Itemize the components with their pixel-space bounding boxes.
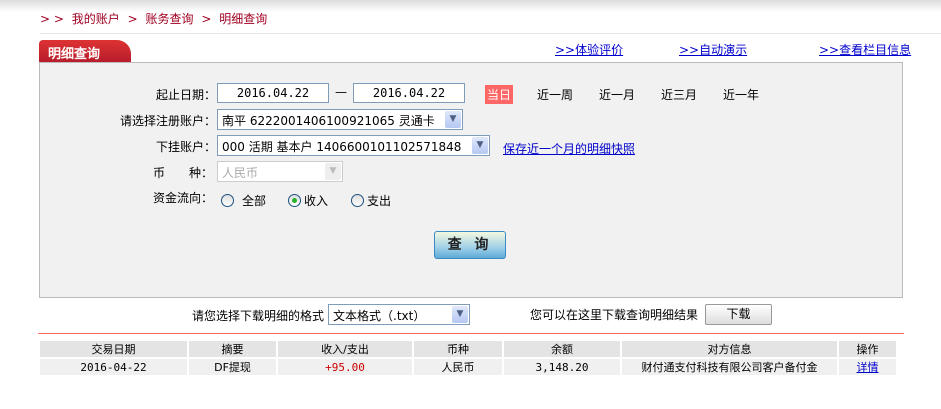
currency-label: 币 种： xyxy=(153,166,214,180)
flow-income[interactable]: 收入 xyxy=(288,192,328,209)
cell-currency: 人民币 xyxy=(413,357,504,375)
currency-value: 人民币 xyxy=(222,166,259,180)
format-value: 文本格式（.txt） xyxy=(333,309,426,323)
radio-icon[interactable] xyxy=(221,194,234,207)
flow-all[interactable]: 全部 xyxy=(221,192,266,209)
breadcrumb-sep: > xyxy=(201,12,212,26)
link-column-info[interactable]: >>查看栏目信息 xyxy=(819,41,911,58)
cell-summary: DF提现 xyxy=(188,357,278,375)
breadcrumb-my-account[interactable]: 我的账户 xyxy=(72,12,120,26)
radio-icon[interactable] xyxy=(351,194,364,207)
flow-label: 资金流向： xyxy=(153,191,214,205)
cell-amount: +95.00 xyxy=(277,357,414,375)
divider xyxy=(38,333,904,334)
flow-expense[interactable]: 支出 xyxy=(351,192,391,209)
query-button[interactable]: 查 询 xyxy=(434,231,506,259)
details-link[interactable]: 详情 xyxy=(857,361,879,374)
radio-checked-icon[interactable] xyxy=(288,194,301,207)
save-snapshot-link[interactable]: 保存近一个月的明细快照 xyxy=(503,140,635,157)
col-currency: 币种 xyxy=(413,341,504,358)
range-year[interactable]: 近一年 xyxy=(723,86,759,103)
range-today[interactable]: 当日 xyxy=(485,85,514,104)
chevron-down-icon[interactable]: ▼ xyxy=(452,306,468,323)
date-separator: — xyxy=(335,85,347,99)
flow-expense-label: 支出 xyxy=(367,194,392,208)
range-month[interactable]: 近一月 xyxy=(599,86,635,103)
account-value: 南平 6222001406100921065 灵通卡 xyxy=(222,114,435,128)
link-auto-demo[interactable]: >>自动演示 xyxy=(679,41,747,58)
link-feedback[interactable]: >>体验评价 xyxy=(555,41,623,58)
tab-detail-query[interactable]: 明细查询 xyxy=(39,40,131,62)
col-counterparty: 对方信息 xyxy=(621,341,839,358)
chevron-down-icon: ▼ xyxy=(325,163,341,180)
divider xyxy=(40,33,941,34)
breadcrumb: > > 我的账户 > 账务查询 > 明细查询 xyxy=(40,10,271,27)
sub-account-value: 000 活期 基本户 1406600101102571848 xyxy=(222,140,462,154)
detail-table: 交易日期 摘要 收入/支出 币种 余额 对方信息 操作 2016-04-22 D… xyxy=(40,341,898,375)
cell-counterparty: 财付通支付科技有限公司客户备付金 xyxy=(621,357,839,375)
account-label: 请选择注册账户： xyxy=(119,114,216,128)
sub-account-select[interactable]: 000 活期 基本户 1406600101102571848 ▼ xyxy=(217,135,490,156)
range-3months[interactable]: 近三月 xyxy=(661,86,697,103)
col-summary: 摘要 xyxy=(188,341,278,358)
start-date-input[interactable]: 2016.04.22 xyxy=(217,83,329,103)
table-header: 交易日期 摘要 收入/支出 币种 余额 对方信息 操作 xyxy=(40,341,898,358)
breadcrumb-prefix: > > xyxy=(40,12,64,26)
format-label: 请您选择下载明细的格式 xyxy=(192,309,325,323)
breadcrumb-account-query[interactable]: 账务查询 xyxy=(146,12,194,26)
date-label: 起止日期： xyxy=(155,88,216,102)
flow-all-label: 全部 xyxy=(242,194,267,208)
currency-select: 人民币 ▼ xyxy=(217,161,343,182)
breadcrumb-detail-query: 明细查询 xyxy=(219,12,268,26)
range-week[interactable]: 近一周 xyxy=(537,86,573,103)
download-button[interactable]: 下载 xyxy=(705,304,772,325)
cell-date: 2016-04-22 xyxy=(40,357,189,375)
format-select[interactable]: 文本格式（.txt） ▼ xyxy=(328,304,470,325)
col-balance: 余额 xyxy=(503,341,622,358)
flow-income-label: 收入 xyxy=(304,194,329,208)
account-select[interactable]: 南平 6222001406100921065 灵通卡 ▼ xyxy=(217,109,463,130)
chevron-down-icon[interactable]: ▼ xyxy=(472,137,488,154)
table-row: 2016-04-22 DF提现 +95.00 人民币 3,148.20 财付通支… xyxy=(40,357,898,375)
col-amount: 收入/支出 xyxy=(277,341,414,358)
download-hint: 您可以在这里下载查询明细结果 xyxy=(530,308,699,322)
sub-account-label: 下挂账户： xyxy=(155,140,216,154)
cell-balance: 3,148.20 xyxy=(503,357,622,375)
col-date: 交易日期 xyxy=(40,341,189,358)
end-date-input[interactable]: 2016.04.22 xyxy=(353,83,465,103)
chevron-down-icon[interactable]: ▼ xyxy=(445,111,461,128)
cell-action: 详情 xyxy=(838,357,898,375)
col-action: 操作 xyxy=(838,341,898,358)
breadcrumb-sep: > xyxy=(127,12,138,26)
